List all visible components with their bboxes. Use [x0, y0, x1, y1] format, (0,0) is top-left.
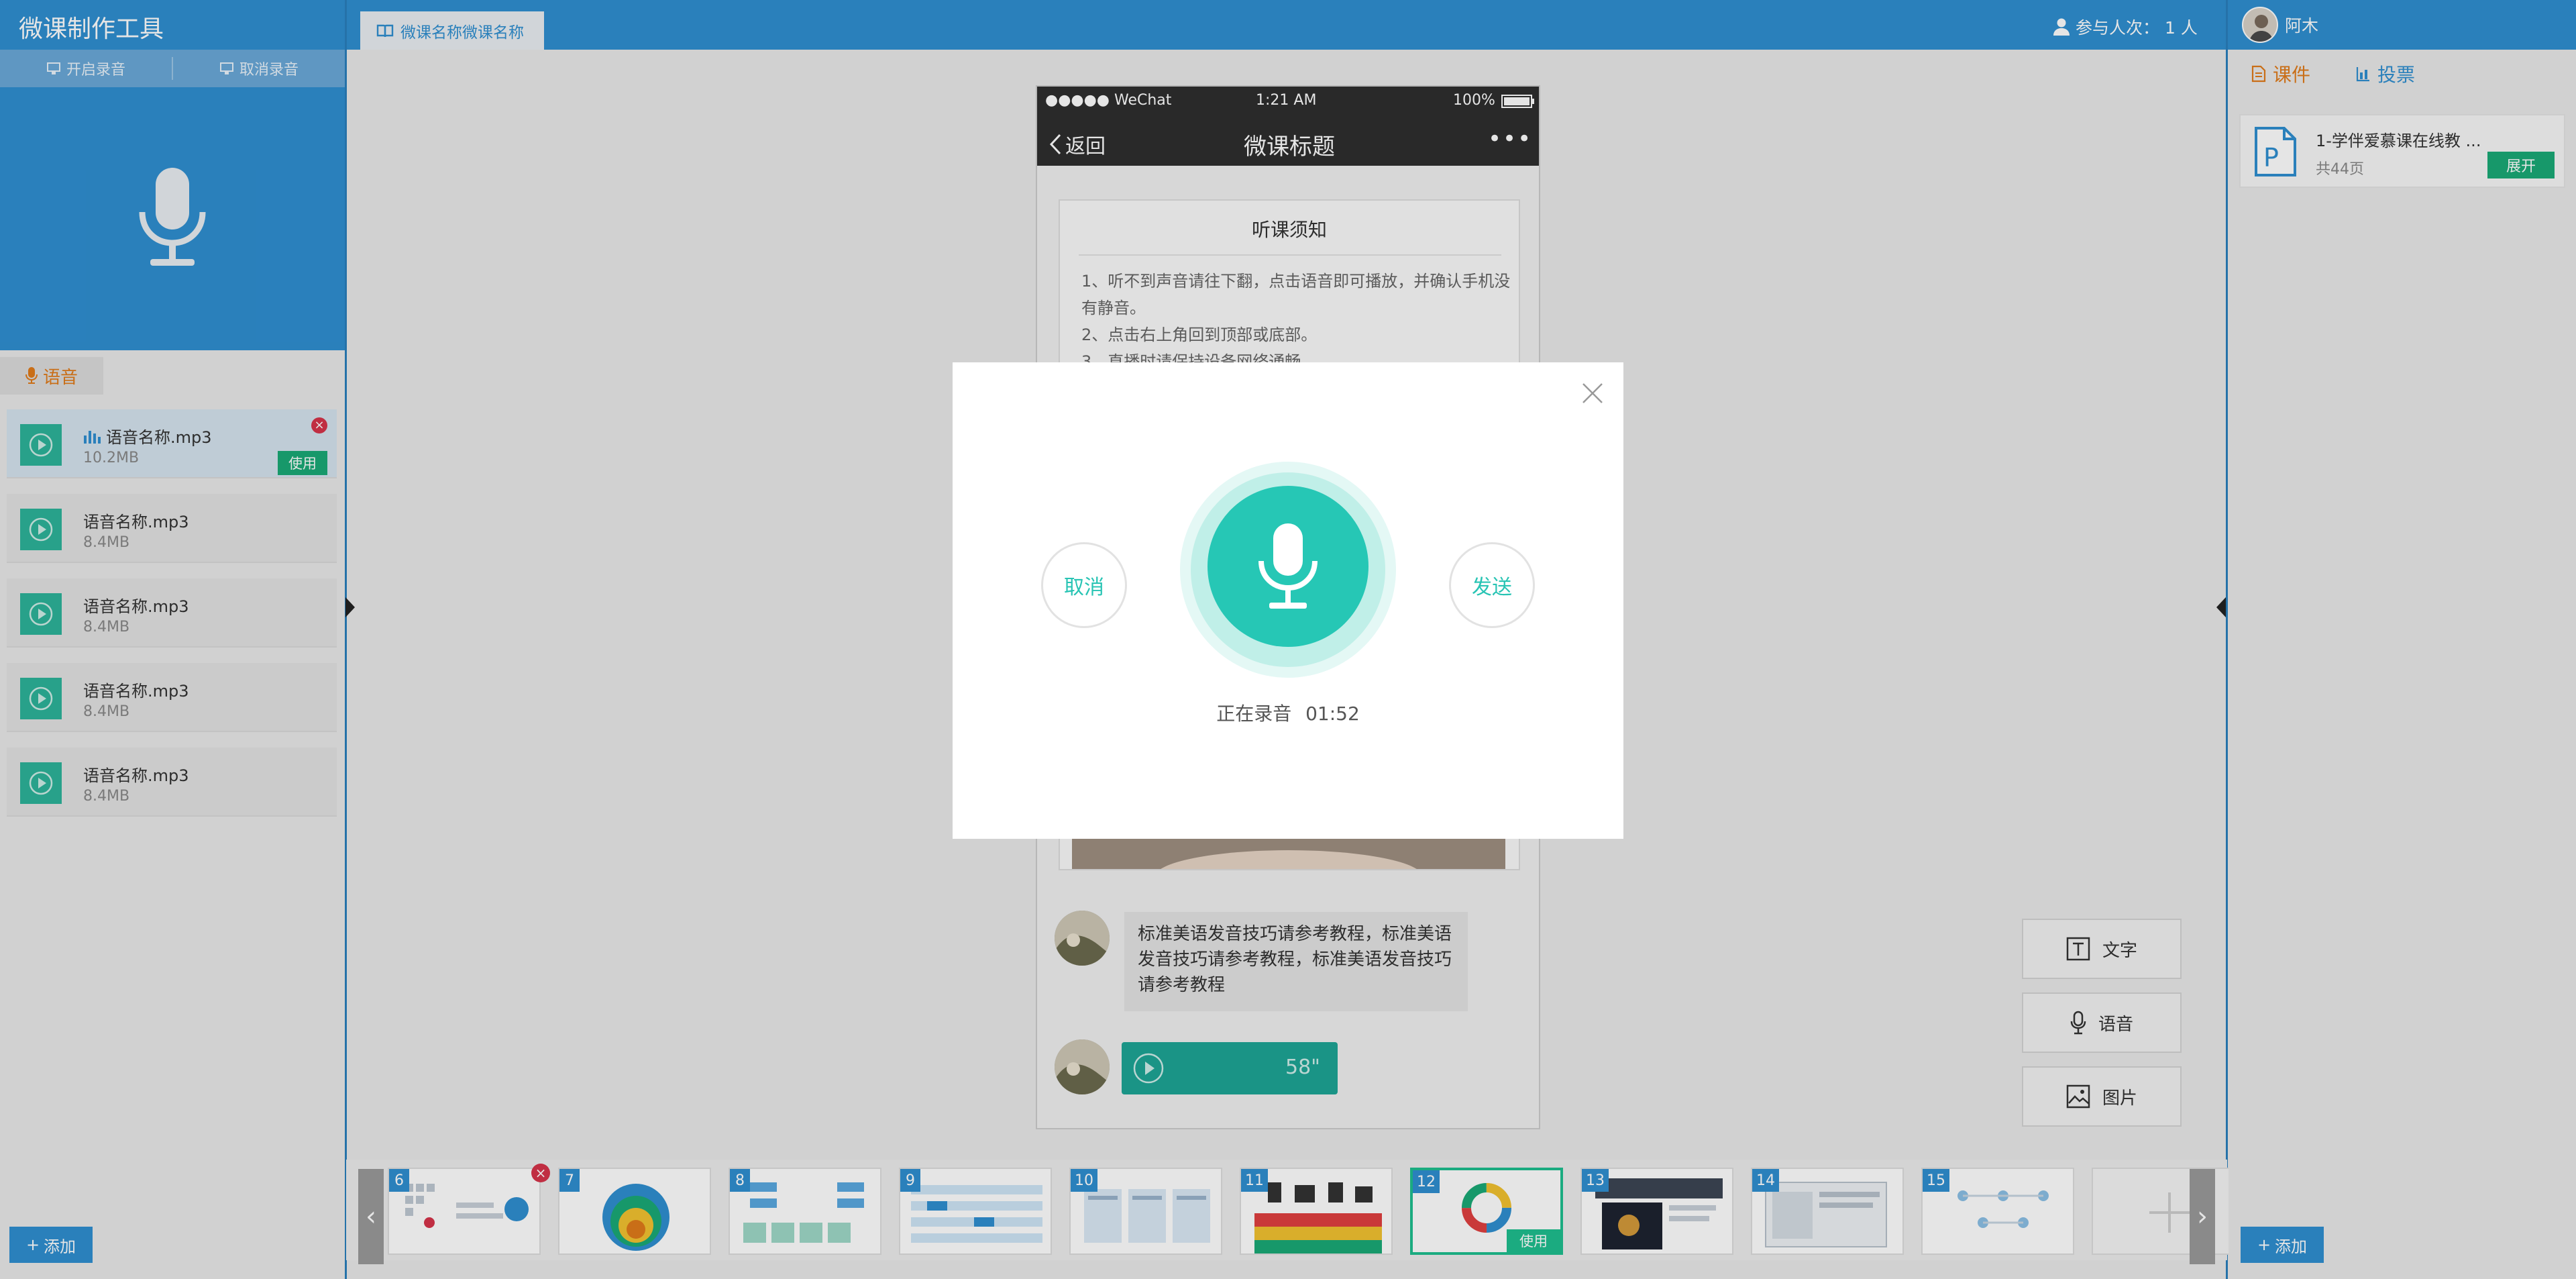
recording-status: 正在录音 01:52: [953, 699, 1623, 726]
recording-dialog: 取消 发送 正在录音 01:52: [953, 362, 1623, 839]
close-icon[interactable]: [1572, 373, 1613, 413]
cancel-button[interactable]: 取消: [1041, 542, 1127, 628]
microphone-icon: [1256, 521, 1320, 612]
recording-elapsed: 01:52: [1305, 703, 1360, 725]
record-button[interactable]: [1208, 486, 1368, 647]
send-button[interactable]: 发送: [1449, 542, 1535, 628]
recording-status-label: 正在录音: [1216, 703, 1292, 725]
